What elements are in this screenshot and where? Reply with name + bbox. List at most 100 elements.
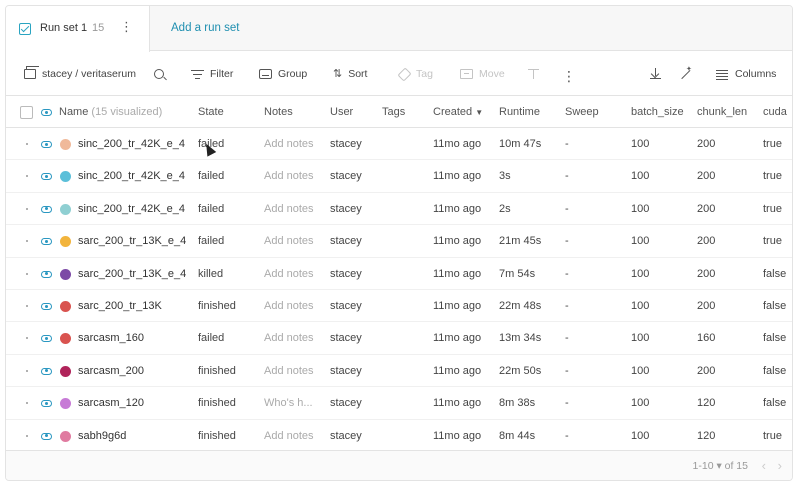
notes-cell[interactable]: Add notes <box>264 235 314 247</box>
auto-button[interactable] <box>679 65 692 82</box>
column-header-cuda[interactable]: cuda <box>763 106 787 118</box>
column-header-created[interactable]: Created ▼ <box>433 106 483 118</box>
filter-button[interactable]: Filter <box>191 66 233 82</box>
state-cell: killed <box>198 267 224 280</box>
notes-cell[interactable]: Add notes <box>264 300 314 312</box>
run-name-link[interactable]: sarc_200_tr_13K <box>78 300 192 312</box>
visibility-eye-icon[interactable] <box>41 303 52 310</box>
table-row[interactable]: sarcasm_160 failed Add notes stacey 11mo ago… <box>6 322 792 355</box>
run-color-swatch[interactable] <box>60 365 71 377</box>
row-select-dot[interactable] <box>26 337 28 340</box>
group-button[interactable]: Group <box>259 66 307 82</box>
table-row[interactable]: sarcasm_120 finished Who's h... stacey 11mo … <box>6 387 792 420</box>
add-run-set-button[interactable]: Add a run set <box>171 22 239 34</box>
run-color-swatch[interactable] <box>60 139 71 150</box>
run-name-link[interactable]: sinc_200_tr_42K_e_4 <box>78 170 192 182</box>
row-select-dot[interactable] <box>26 305 28 307</box>
notes-cell[interactable]: Who's h... <box>264 397 313 409</box>
run-color-swatch[interactable] <box>60 301 71 312</box>
row-select-dot[interactable] <box>26 272 28 275</box>
table-row[interactable]: sabh9g6d finished Add notes stacey 11mo ago 8… <box>6 420 792 452</box>
run-color-swatch[interactable] <box>60 171 71 183</box>
row-select-dot[interactable] <box>26 175 28 178</box>
column-header-chunk-len[interactable]: chunk_len <box>697 106 747 118</box>
row-select-dot[interactable] <box>26 143 28 145</box>
visibility-eye-icon[interactable] <box>41 432 52 440</box>
run-name-link[interactable]: sinc_200_tr_42K_e_4 <box>78 138 192 150</box>
column-header-user[interactable]: User <box>330 106 353 118</box>
table-footer: 1-10 ▾ of 15 ‹ › <box>6 450 792 480</box>
column-header-sweep[interactable]: Sweep <box>565 106 599 118</box>
more-options-button[interactable]: ⋮ <box>562 66 576 84</box>
pin-button[interactable] <box>527 66 540 82</box>
notes-cell[interactable]: Add notes <box>264 203 314 215</box>
row-select-dot[interactable] <box>26 240 28 243</box>
visibility-eye-icon[interactable] <box>41 238 52 246</box>
search-button[interactable] <box>154 66 164 82</box>
notes-cell[interactable]: Add notes <box>264 138 314 150</box>
columns-button[interactable]: Columns <box>716 66 776 82</box>
table-row[interactable]: sarc_200_tr_13K finished Add notes stacey 11… <box>6 290 792 323</box>
runtime-cell: 8m 44s <box>499 429 536 442</box>
run-name-link[interactable]: sarc_200_tr_13K_e_4 <box>78 235 192 247</box>
kebab-menu-icon[interactable]: ⋮ <box>120 19 133 35</box>
notes-cell[interactable]: Add notes <box>264 365 314 377</box>
next-page-icon[interactable]: › <box>778 458 782 473</box>
column-header-state[interactable]: State <box>198 106 224 118</box>
sweep-cell: - <box>565 235 569 248</box>
visibility-eye-icon[interactable] <box>41 141 52 148</box>
row-select-dot[interactable] <box>26 402 28 405</box>
visibility-eye-icon[interactable] <box>41 205 52 213</box>
run-name-link[interactable]: sabh9g6d <box>78 430 192 442</box>
column-header-batch-size[interactable]: batch_size <box>631 106 684 118</box>
tab-run-set-1[interactable]: Run set 1 15 ⋮ <box>6 6 150 52</box>
sort-button[interactable]: ⇅ Sort <box>333 66 367 82</box>
pagination-label[interactable]: 1-10 ▾ of 15 <box>693 460 748 472</box>
move-button[interactable]: Move <box>460 66 505 82</box>
table-row[interactable]: sinc_200_tr_42K_e_4 failed Add notes stacey… <box>6 160 792 193</box>
run-color-swatch[interactable] <box>60 268 71 280</box>
visibility-all-icon[interactable] <box>41 109 52 116</box>
download-button[interactable] <box>649 66 662 82</box>
run-color-swatch[interactable] <box>60 236 71 248</box>
tag-button[interactable]: Tag <box>397 66 433 82</box>
table-row[interactable]: sinc_200_tr_42K_e_4 failed Add notes stacey… <box>6 193 792 226</box>
column-header-tags[interactable]: Tags <box>382 106 405 118</box>
column-header-runtime[interactable]: Runtime <box>499 106 540 118</box>
project-selector[interactable]: stacey / veritaserum <box>24 66 136 82</box>
column-header-name[interactable]: Name (15 visualized) <box>59 106 162 118</box>
notes-cell[interactable]: Add notes <box>264 268 314 280</box>
visibility-eye-icon[interactable] <box>41 335 52 343</box>
run-name-link[interactable]: sarcasm_200 <box>78 365 192 377</box>
toolbar: stacey / veritaserum Filter Group ⇅ Sort… <box>6 52 792 96</box>
user-cell: stacey <box>330 397 362 410</box>
notes-cell[interactable]: Add notes <box>264 430 314 442</box>
table-row[interactable]: sarcasm_200 finished Add notes stacey 11mo a… <box>6 355 792 388</box>
chunk-len-cell: 200 <box>697 364 716 377</box>
table-row[interactable]: sinc_200_tr_42K_e_4 failed Add notes stacey… <box>6 128 792 161</box>
prev-page-icon[interactable]: ‹ <box>762 458 766 473</box>
notes-cell[interactable]: Add notes <box>264 332 314 344</box>
visibility-eye-icon[interactable] <box>41 173 52 181</box>
run-name-link[interactable]: sarc_200_tr_13K_e_4 <box>78 268 192 280</box>
user-cell: stacey <box>330 235 362 248</box>
row-select-dot[interactable] <box>26 207 28 210</box>
notes-cell[interactable]: Add notes <box>264 170 314 182</box>
visibility-eye-icon[interactable] <box>41 367 52 375</box>
table-row[interactable]: sarc_200_tr_13K_e_4 killed Add notes stacey… <box>6 258 792 290</box>
visibility-eye-icon[interactable] <box>41 270 52 278</box>
run-color-swatch[interactable] <box>60 398 71 410</box>
visibility-eye-icon[interactable] <box>41 400 52 408</box>
run-name-link[interactable]: sarcasm_160 <box>78 332 192 344</box>
run-color-swatch[interactable] <box>60 203 71 215</box>
select-all-checkbox[interactable] <box>20 106 33 119</box>
run-name-link[interactable]: sarcasm_120 <box>78 397 192 409</box>
run-color-swatch[interactable] <box>60 430 71 442</box>
table-row[interactable]: sarc_200_tr_13K_e_4 failed Add notes stacey… <box>6 225 792 258</box>
row-select-dot[interactable] <box>26 369 28 372</box>
run-name-link[interactable]: sinc_200_tr_42K_e_4 <box>78 203 192 215</box>
column-header-notes[interactable]: Notes <box>264 106 293 118</box>
run-color-swatch[interactable] <box>60 333 71 345</box>
run-set-checkbox[interactable] <box>19 23 31 35</box>
row-select-dot[interactable] <box>26 434 28 437</box>
